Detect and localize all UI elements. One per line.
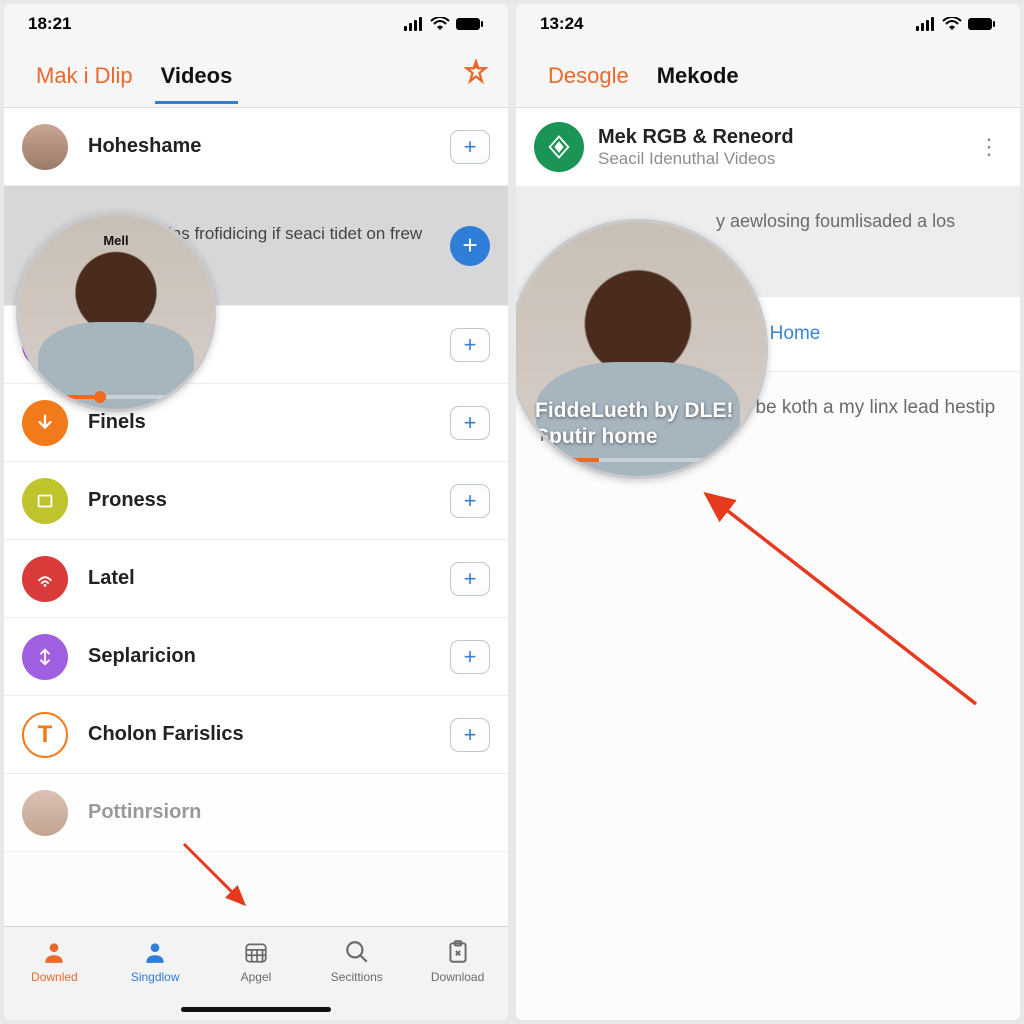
wifi-circle-icon <box>22 556 68 602</box>
phone-right: 13:24 Desogle Mekode Mek RGB & Reneord S… <box>516 4 1020 1020</box>
list-label: Pottinrsiorn <box>88 801 490 824</box>
tab-downled[interactable]: Downled <box>14 937 94 984</box>
bubble-tag: Mell <box>103 233 128 248</box>
tab-download[interactable]: Download <box>418 937 498 984</box>
status-icons <box>404 17 484 31</box>
list-item[interactable]: Proness + <box>4 462 508 540</box>
book-icon <box>22 478 68 524</box>
tab-apgel[interactable]: Apgel <box>216 937 296 984</box>
add-button[interactable]: + <box>450 640 490 674</box>
tab-singdlow[interactable]: Singdlow <box>115 937 195 984</box>
cellular-icon <box>404 17 424 31</box>
star-action-icon[interactable] <box>462 59 490 92</box>
clipboard-icon <box>443 937 473 967</box>
list-item[interactable]: Hoheshame + <box>4 108 508 186</box>
diamond-icon <box>534 122 584 172</box>
status-icons <box>916 17 996 31</box>
status-bar: 18:21 <box>4 4 508 44</box>
card-subtitle: Seacil Idenuthal Videos <box>598 149 964 169</box>
card-title: Mek RGB & Reneord <box>598 126 964 149</box>
calendar-icon <box>241 937 271 967</box>
letter-icon: T <box>22 712 68 758</box>
list-label: Hoheshame <box>88 135 450 158</box>
list-label: Proness <box>88 489 450 512</box>
add-button[interactable]: + <box>450 130 490 164</box>
status-time: 13:24 <box>540 14 583 34</box>
add-button[interactable]: + <box>450 718 490 752</box>
wifi-icon <box>942 17 962 31</box>
bubble-caption: FiddeLueth by DLE! Sputir home <box>516 398 765 477</box>
transfer-icon <box>22 634 68 680</box>
video-preview-bubble[interactable]: FiddeLueth by DLE! Sputir home <box>516 219 768 479</box>
avatar <box>22 124 68 170</box>
tabbar: Downled Singdlow Apgel Secittions Downlo… <box>4 926 508 1020</box>
person-icon <box>140 937 170 967</box>
add-button[interactable]: + <box>450 328 490 362</box>
status-bar: 13:24 <box>516 4 1020 44</box>
list-item[interactable]: Latel + <box>4 540 508 618</box>
list-label: Latel <box>88 567 450 590</box>
cellular-icon <box>916 17 936 31</box>
tab-secittions[interactable]: Secittions <box>317 937 397 984</box>
list-item[interactable]: T Cholon Farislics + <box>4 696 508 774</box>
header-tabs: Desogle Mekode <box>516 44 1020 108</box>
tab-makidlip[interactable]: Mak i Dlip <box>22 49 147 103</box>
channel-card[interactable]: Mek RGB & Reneord Seacil Idenuthal Video… <box>516 108 1020 187</box>
add-button-filled[interactable]: + <box>450 226 490 266</box>
add-button[interactable]: + <box>450 562 490 596</box>
home-indicator[interactable] <box>181 1007 331 1012</box>
search-icon <box>342 937 372 967</box>
tab-mekode[interactable]: Mekode <box>643 49 753 103</box>
tab-videos[interactable]: Videos <box>147 49 247 103</box>
tab-desogle[interactable]: Desogle <box>534 49 643 103</box>
add-button[interactable]: + <box>450 406 490 440</box>
battery-icon <box>968 17 996 31</box>
header-tabs: Mak i Dlip Videos <box>4 44 508 108</box>
list-label: Finels <box>88 411 450 434</box>
status-time: 18:21 <box>28 14 71 34</box>
battery-icon <box>456 17 484 31</box>
person-icon <box>39 937 69 967</box>
phone-left: 18:21 Mak i Dlip Videos Hoheshame + Mart… <box>4 4 508 1020</box>
more-options-icon[interactable]: ⋮ <box>978 134 1002 160</box>
list-label: Seplaricion <box>88 645 450 668</box>
list-item[interactable]: Pottinrsiorn <box>4 774 508 852</box>
wifi-icon <box>430 17 450 31</box>
list-label: Cholon Farislics <box>88 723 450 746</box>
avatar <box>22 790 68 836</box>
list-item[interactable]: Seplaricion + <box>4 618 508 696</box>
add-button[interactable]: + <box>450 484 490 518</box>
video-preview-bubble[interactable]: Mell <box>16 212 216 412</box>
